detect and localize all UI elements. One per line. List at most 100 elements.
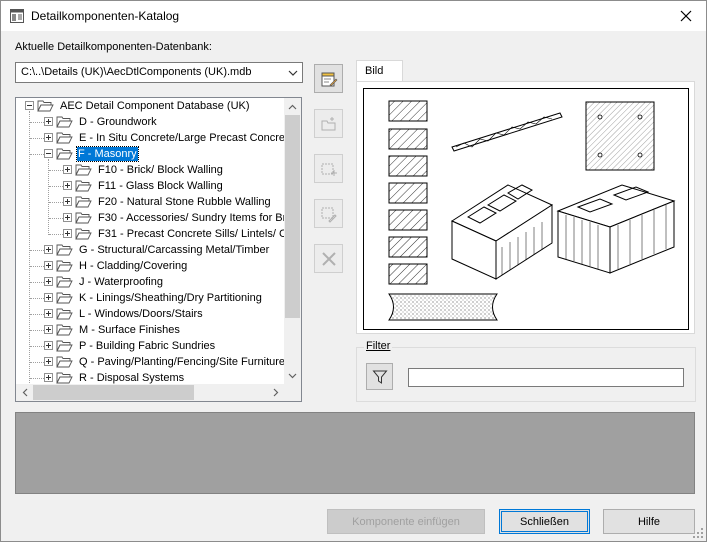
scrollbar-corner <box>284 384 301 401</box>
folder-icon <box>75 196 92 208</box>
expand-icon[interactable] <box>44 341 53 350</box>
expand-icon[interactable] <box>44 373 53 382</box>
expand-icon[interactable] <box>44 309 53 318</box>
chevron-left-icon <box>22 388 27 397</box>
tree-label: P - Building Fabric Sundries <box>79 340 216 352</box>
database-select[interactable]: C:\..\Details (UK)\AecDtlComponents (UK)… <box>15 62 303 83</box>
folder-icon <box>75 212 92 224</box>
folder-icon <box>56 308 73 320</box>
new-folder-button[interactable] <box>314 109 343 138</box>
chevron-right-icon <box>273 388 278 397</box>
title-bar[interactable]: Detailkomponenten-Katalog <box>1 1 706 31</box>
expand-icon[interactable] <box>63 197 72 206</box>
tab-bild[interactable]: Bild <box>356 60 403 82</box>
chevron-up-icon <box>288 104 297 109</box>
insert-component-label: Komponente einfügen <box>352 515 460 528</box>
insert-component-button[interactable]: Komponente einfügen <box>327 509 485 534</box>
tree-label: D - Groundwork <box>79 116 157 128</box>
chevron-down-icon <box>288 70 298 76</box>
funnel-icon <box>371 370 388 384</box>
tab-panel-bild <box>356 81 695 334</box>
edit-database-icon <box>321 72 337 86</box>
close-window-button[interactable] <box>666 1 706 31</box>
expand-icon[interactable] <box>63 213 72 222</box>
new-folder-icon <box>321 116 335 130</box>
preview-image <box>363 88 689 330</box>
folder-icon <box>56 244 73 256</box>
help-button-label: Hilfe <box>637 515 660 528</box>
database-path: C:\..\Details (UK)\AecDtlComponents (UK)… <box>21 66 252 78</box>
tree-label: F20 - Natural Stone Rubble Walling <box>98 196 271 208</box>
scroll-thumb[interactable] <box>33 385 194 400</box>
collapse-icon[interactable] <box>25 101 34 110</box>
chevron-down-icon <box>288 373 297 378</box>
component-tree[interactable]: AEC Detail Component Database (UK) D - G… <box>15 97 302 402</box>
folder-icon <box>56 116 73 128</box>
app-icon <box>10 9 24 23</box>
expand-icon[interactable] <box>44 245 53 254</box>
folder-icon <box>56 324 73 336</box>
expand-icon[interactable] <box>44 277 53 286</box>
expand-icon[interactable] <box>44 133 53 142</box>
database-label: Aktuelle Detailkomponenten-Datenbank: <box>15 41 212 53</box>
tree-label: J - Waterproofing <box>79 276 163 288</box>
folder-icon <box>75 180 92 192</box>
expand-icon[interactable] <box>44 325 53 334</box>
scroll-up-button[interactable] <box>284 98 301 115</box>
tree-label: H - Cladding/Covering <box>79 260 188 272</box>
tree-label: F31 - Precast Concrete Sills/ Lintels/ C… <box>98 228 294 240</box>
folder-icon <box>75 228 92 240</box>
tree-vertical-scrollbar[interactable] <box>284 98 301 384</box>
expand-icon[interactable] <box>44 293 53 302</box>
expand-icon[interactable] <box>44 261 53 270</box>
filter-label: Filter <box>364 340 393 352</box>
tree-horizontal-scrollbar[interactable] <box>16 384 284 401</box>
folder-icon <box>56 276 73 288</box>
scroll-down-button[interactable] <box>284 367 301 384</box>
edit-item-icon <box>321 207 337 223</box>
tree-label-root: AEC Detail Component Database (UK) <box>60 100 250 112</box>
expand-icon[interactable] <box>63 229 72 238</box>
folder-icon <box>56 260 73 272</box>
expand-icon[interactable] <box>63 181 72 190</box>
close-button-label: Schließen <box>520 515 569 528</box>
expand-icon[interactable] <box>44 117 53 126</box>
delete-button[interactable] <box>314 244 343 273</box>
folder-icon <box>56 356 73 368</box>
folder-icon <box>56 372 73 384</box>
help-button[interactable]: Hilfe <box>603 509 695 534</box>
edit-component-button[interactable] <box>314 199 343 228</box>
scroll-right-button[interactable] <box>267 384 284 401</box>
tree-label: F30 - Accessories/ Sundry Items for Bric <box>98 212 295 224</box>
tree-label: E - In Situ Concrete/Large Precast Concr… <box>79 132 295 144</box>
scroll-left-button[interactable] <box>16 384 33 401</box>
folder-icon <box>56 292 73 304</box>
dialog-window: Detailkomponenten-Katalog Aktuelle Detai… <box>0 0 707 542</box>
close-button[interactable]: Schließen <box>499 509 590 534</box>
resize-grip-icon[interactable] <box>692 527 704 539</box>
tree-label: L - Windows/Doors/Stairs <box>79 308 203 320</box>
collapse-icon[interactable] <box>44 149 53 158</box>
scroll-thumb[interactable] <box>285 115 300 318</box>
open-database-button[interactable] <box>314 64 343 93</box>
tree-connector <box>29 111 30 383</box>
tree-label: M - Surface Finishes <box>79 324 180 336</box>
tree-label: F11 - Glass Block Walling <box>98 180 223 192</box>
new-component-button[interactable] <box>314 154 343 183</box>
tree-label: R - Disposal Systems <box>79 372 185 384</box>
filter-input[interactable] <box>408 368 684 387</box>
tree-label: F10 - Brick/ Block Walling <box>98 164 223 176</box>
tree-label-selected: F - Masonry <box>76 146 139 162</box>
add-item-icon <box>321 163 337 176</box>
filter-button[interactable] <box>366 363 393 390</box>
close-icon <box>680 10 692 22</box>
tree-label: Q - Paving/Planting/Fencing/Site Furnitu… <box>79 356 286 368</box>
description-box <box>15 412 695 494</box>
expand-icon[interactable] <box>63 165 72 174</box>
folder-icon <box>56 340 73 352</box>
folder-open-icon <box>56 148 73 160</box>
expand-icon[interactable] <box>44 357 53 366</box>
delete-icon <box>321 251 336 266</box>
tree-label: G - Structural/Carcassing Metal/Timber <box>79 244 270 256</box>
masonry-preview-drawing <box>388 100 676 321</box>
